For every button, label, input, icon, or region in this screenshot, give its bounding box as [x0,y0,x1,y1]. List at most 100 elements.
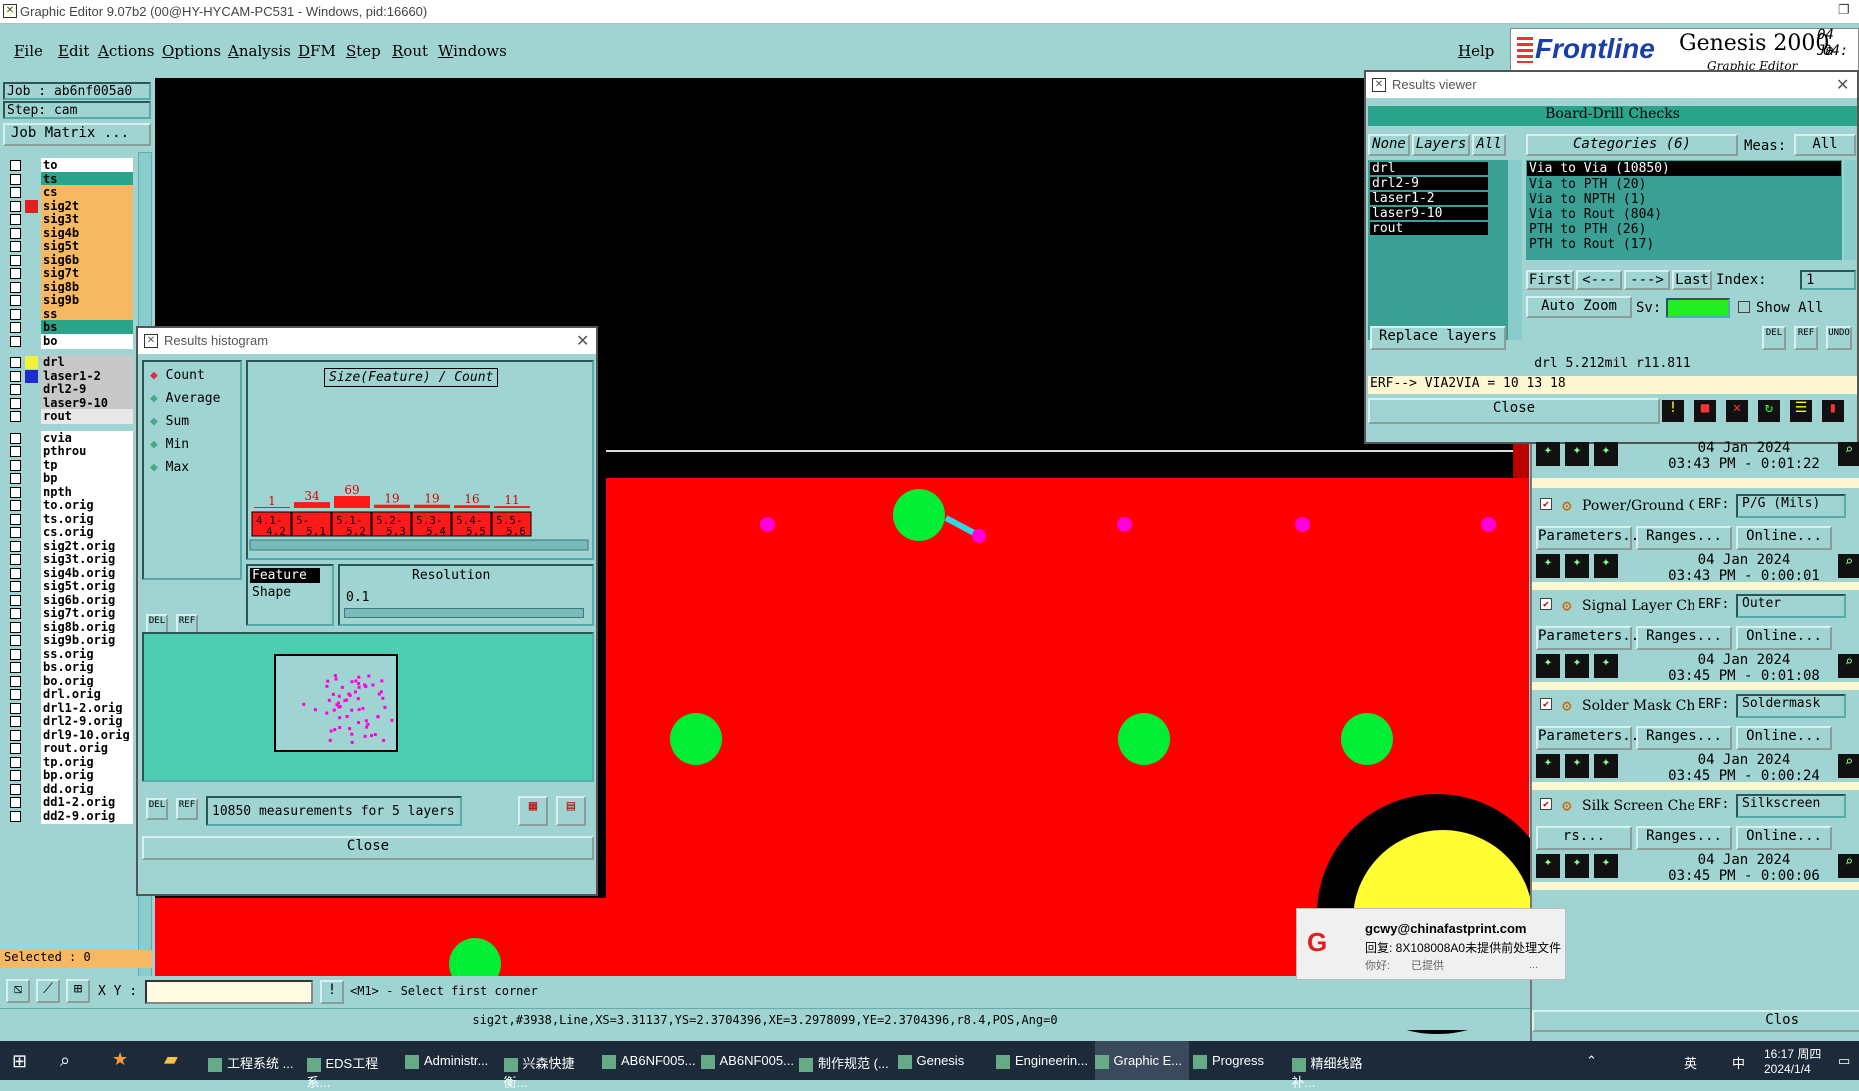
menu-file[interactable]: File [14,42,43,60]
run-check-icon[interactable]: ✦ [1536,654,1560,678]
layer-color-swatch[interactable] [25,227,38,240]
shape-option[interactable]: Shape [248,585,332,600]
ranges-button[interactable]: Ranges... [1636,826,1732,850]
menu-options[interactable]: Options [162,42,221,60]
layer-color-swatch[interactable] [25,267,38,280]
layer-color-swatch[interactable] [25,769,38,782]
mode-radio-average[interactable]: ◆ Average [150,391,220,406]
layer-checkbox[interactable] [10,675,21,687]
layer-checkbox[interactable] [10,227,21,239]
sv-color-select[interactable] [1666,298,1730,318]
notification-center-icon[interactable]: ▭ [1838,1053,1850,1069]
result-layer-item[interactable]: drl [1370,162,1488,175]
stop-tool-icon[interactable]: ■ [1694,400,1716,422]
layer-checkbox[interactable] [10,241,21,252]
layer-color-swatch[interactable] [25,369,38,383]
layer-color-swatch[interactable] [25,702,38,715]
parameters-button[interactable]: Parameters... [1536,726,1648,750]
ref-button-bottom[interactable]: REF [176,798,198,820]
taskbar-app-button[interactable]: AB6NF005... [700,1041,795,1080]
job-matrix-button[interactable]: Job Matrix ... [3,123,151,146]
results-close-button[interactable]: Close [1368,398,1660,424]
layer-color-swatch[interactable] [25,661,38,674]
menu-dfm[interactable]: DFM [298,42,336,60]
layer-checkbox[interactable] [10,281,21,293]
layer-color-swatch[interactable] [25,397,38,410]
layer-checkbox[interactable] [10,446,21,457]
measure-icon[interactable]: ⟋ [36,979,60,1003]
run-all-icon[interactable]: ✦ [1565,442,1589,466]
layer-color-swatch[interactable] [25,410,38,423]
zoom-result-icon[interactable]: ⌕ [1838,754,1859,778]
histogram-tool-icon[interactable]: ▮ [1822,400,1844,422]
layer-checkbox[interactable] [10,432,21,444]
layer-checkbox[interactable] [10,160,21,171]
category-item[interactable]: Via to PTH (20) [1527,177,1841,192]
layer-checkbox[interactable] [10,500,21,511]
layer-list-scrollbar[interactable] [1508,160,1522,340]
layer-color-swatch[interactable] [25,756,38,769]
restore-icon[interactable]: ❐ [1838,2,1850,18]
layer-color-swatch[interactable] [25,499,38,512]
prev-button[interactable]: <--- [1576,270,1622,290]
layer-checkbox[interactable] [10,473,21,484]
del-button-bottom[interactable]: DEL [146,798,168,820]
layer-checkbox[interactable] [10,729,21,741]
zoom-result-icon[interactable]: ⌕ [1838,554,1859,578]
clock-date[interactable]: 2024/1/4 [1764,1062,1811,1076]
layer-color-swatch[interactable] [25,580,38,593]
tray-up-icon[interactable]: ⌃ [1586,1053,1597,1069]
layer-checkbox[interactable] [10,322,21,333]
first-button[interactable]: First [1526,270,1574,290]
check-enabled-checkbox[interactable]: ✔ [1540,498,1552,510]
via[interactable] [1295,517,1310,532]
check-enabled-checkbox[interactable]: ✔ [1540,598,1552,610]
layer-checkbox[interactable] [10,783,21,795]
layers-button[interactable]: Layers [1412,134,1470,156]
zoom-result-icon[interactable]: ⌕ [1838,854,1859,878]
layer-checkbox[interactable] [10,635,21,646]
run-check-icon[interactable]: ✦ [1536,442,1560,466]
resolution-slider[interactable] [344,608,584,618]
layer-name[interactable]: rout [41,409,133,424]
layer-row-rout[interactable]: rout [10,409,133,424]
close-icon[interactable]: ✕ [1836,75,1849,95]
taskbar-app-button[interactable]: AB6NF005... [602,1041,696,1080]
erf-value-field[interactable]: Soldermask [1736,694,1846,718]
layer-checkbox[interactable] [10,200,21,212]
layer-checkbox[interactable] [10,810,21,822]
layer-checkbox[interactable] [10,621,21,633]
layer-color-swatch[interactable] [25,173,38,186]
layer-checkbox[interactable] [10,295,21,306]
layer-color-swatch[interactable] [25,729,38,742]
run-all-icon[interactable]: ✦ [1565,654,1589,678]
zoom-result-icon[interactable]: ⌕ [1838,442,1859,466]
pad[interactable] [670,713,722,765]
run-check-icon[interactable]: ✦ [1536,754,1560,778]
green-tool-icon[interactable]: ↻ [1758,400,1780,422]
pad[interactable] [1118,713,1170,765]
folder-icon[interactable]: ▰ [164,1049,178,1070]
rv-del-button[interactable]: DEL [1762,326,1786,350]
parameters-button[interactable]: Parameters... [1536,526,1648,550]
layer-checkbox[interactable] [10,581,21,592]
run-check-icon[interactable]: ✦ [1536,554,1560,578]
result-layer-item[interactable]: laser9-10 [1370,207,1488,220]
layer-checkbox[interactable] [10,608,21,619]
menu-windows[interactable]: Windows [438,42,507,60]
online-button[interactable]: Online... [1736,726,1832,750]
layer-checkbox[interactable] [10,648,21,660]
online-button[interactable]: Online... [1736,826,1832,850]
layer-name[interactable]: dd2-9.orig [41,808,133,824]
menu-analysis[interactable]: Analysis [228,42,291,60]
rv-undo-button[interactable]: UNDO [1826,326,1852,350]
category-item[interactable]: PTH to PTH (26) [1527,222,1841,237]
category-item[interactable]: PTH to Rout (17) [1527,237,1841,252]
layer-checkbox[interactable] [10,254,21,266]
stop-check-icon[interactable]: ✦ [1594,754,1618,778]
taskbar-app-button[interactable]: 精细线路补... [1291,1041,1386,1090]
email-notification[interactable]: G gcwy@chinafastprint.com 回复: 8X108008A0… [1296,908,1566,980]
menu-rout[interactable]: Rout [392,42,428,60]
layer-color-swatch[interactable] [25,186,38,199]
erf-value-field[interactable]: P/G (Mils) [1736,494,1846,518]
